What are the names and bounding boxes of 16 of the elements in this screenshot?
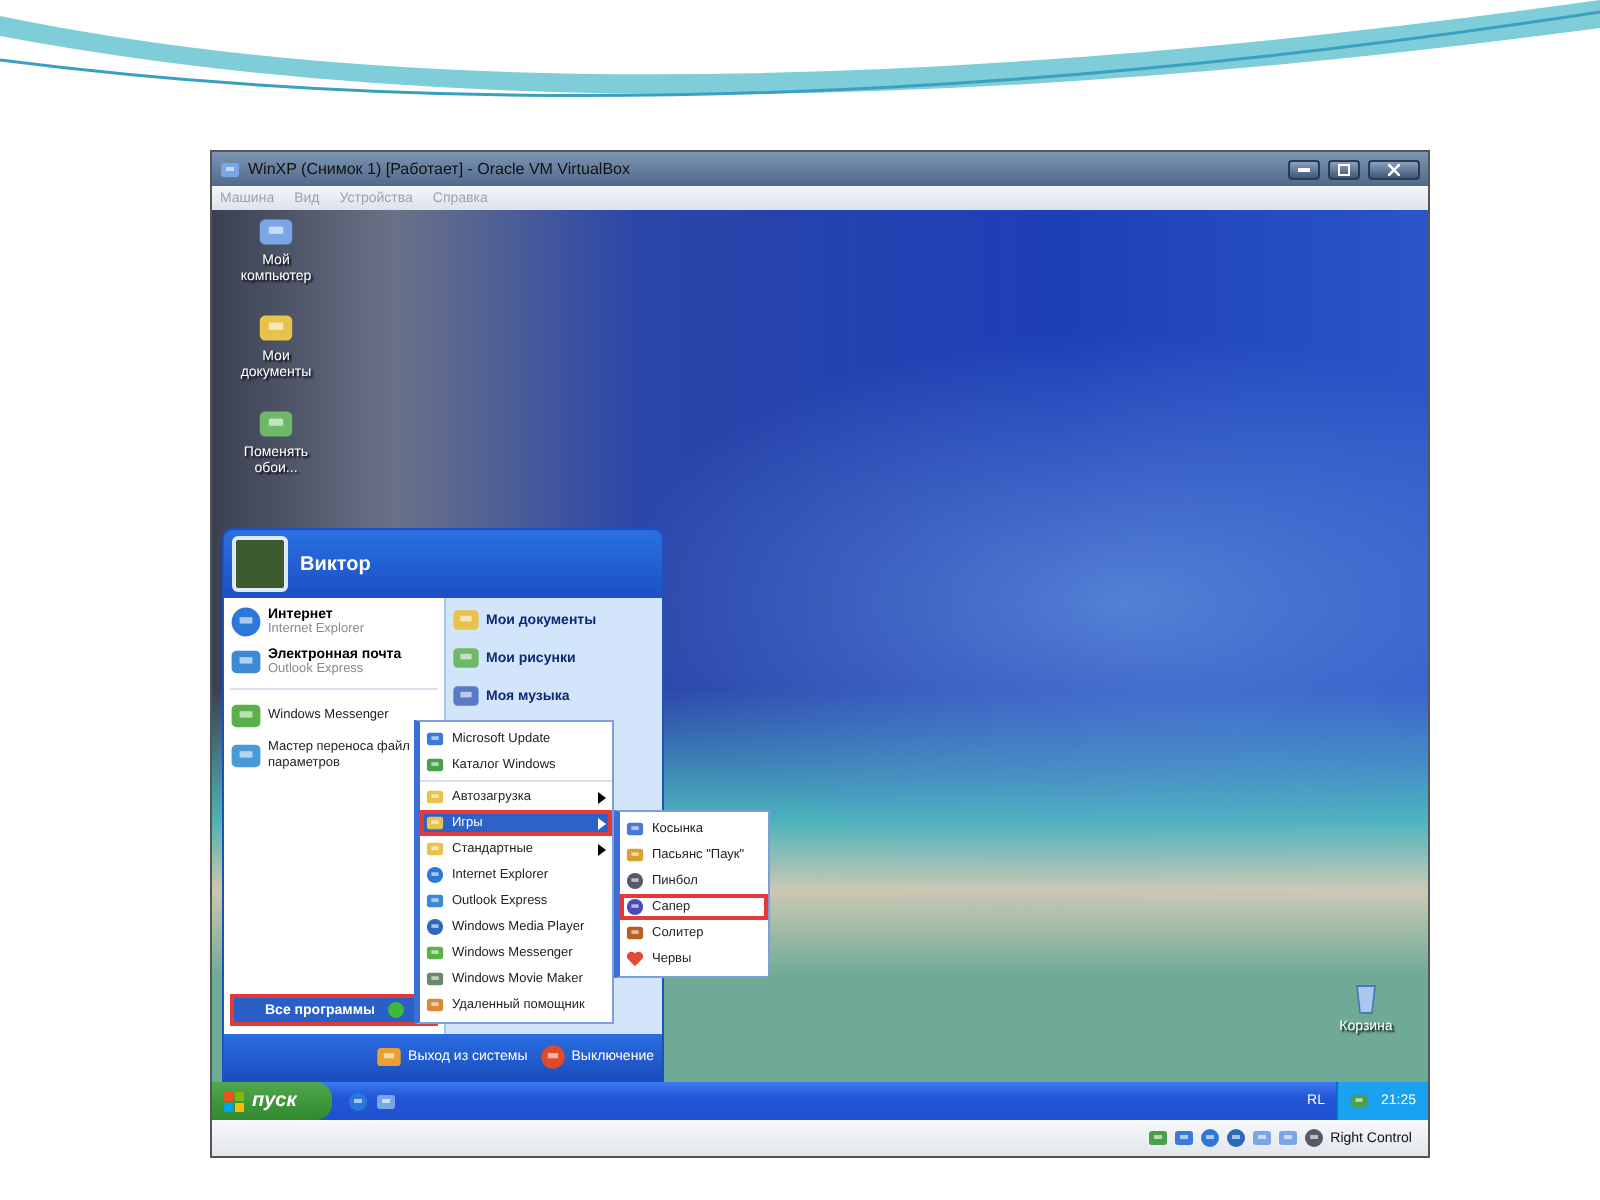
submenu-arrow-icon [598, 817, 606, 829]
minimize-button[interactable] [1288, 159, 1320, 179]
maximize-icon [1338, 163, 1350, 175]
heart-icon [626, 950, 644, 968]
trash-bin-icon [1350, 980, 1382, 1016]
submenu-arrow-icon [598, 843, 606, 855]
user-name: Виктор [300, 553, 371, 575]
submenu-arrow-icon [598, 791, 606, 803]
window-title: WinXP (Снимок 1) [Работает] - Oracle VM VirtualBox [248, 160, 632, 178]
user-avatar [232, 536, 288, 592]
close-icon [1388, 163, 1400, 175]
maximize-button[interactable] [1328, 159, 1360, 179]
minimize-icon [1298, 167, 1310, 171]
windows-logo-icon [224, 1091, 244, 1111]
start-button[interactable]: пуск [212, 1082, 332, 1120]
close-button[interactable] [1368, 159, 1420, 179]
